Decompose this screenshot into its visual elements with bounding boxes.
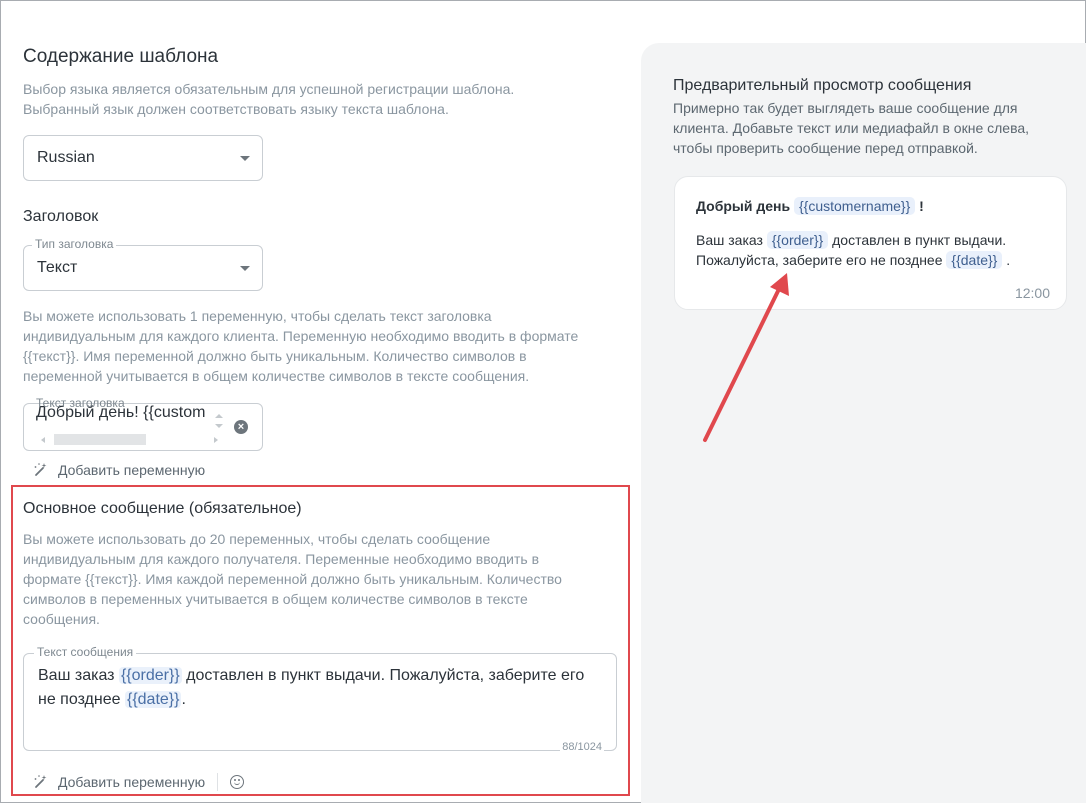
- template-content-title: Содержание шаблона: [23, 46, 219, 67]
- preview-variable-chip: {{customername}}: [793, 197, 916, 215]
- header-section-title: Заголовок: [23, 208, 99, 225]
- preview-variable-chip: {{order}}: [766, 231, 829, 249]
- header-add-variable-button[interactable]: Добавить переменную: [33, 462, 205, 478]
- scroll-up-icon[interactable]: [215, 414, 223, 418]
- toolbar-divider: [217, 773, 218, 791]
- scroll-left-icon[interactable]: [41, 437, 45, 443]
- body-hint-line: Вы можете использовать до 20 переменных,…: [23, 531, 491, 547]
- clear-icon[interactable]: ×: [234, 420, 248, 434]
- language-hint-line: Выбор языка является обязательным для ус…: [23, 81, 515, 97]
- magic-wand-icon: [34, 775, 47, 788]
- header-type-label: Тип заголовка: [32, 237, 117, 251]
- header-text-input[interactable]: Добрый день! {{custom ×: [23, 403, 263, 451]
- preview-body-text: доставлен в пункт выдачи.: [832, 232, 1007, 248]
- message-text-fragment: доставлен в пункт выдачи. Пожалуйста, за…: [181, 667, 585, 684]
- preview-hint-line: Примерно так будет выглядеть ваше сообще…: [673, 100, 1018, 116]
- header-hint-line: Вы можете использовать 1 переменную, что…: [23, 308, 492, 324]
- preview-body-text: Ваш заказ: [696, 232, 763, 248]
- preview-hint-line: клиента. Добавьте текст или медиафайл в …: [673, 120, 1030, 136]
- caret-down-icon: [240, 266, 250, 271]
- character-counter: 88/1024: [560, 741, 604, 753]
- language-hint-line: Выбранный язык должен соответствовать яз…: [23, 101, 449, 117]
- message-text-value: Ваш заказ {{order}} доставлен в пункт вы…: [38, 664, 603, 712]
- horizontal-scrollbar-thumb[interactable]: [54, 434, 146, 445]
- language-select[interactable]: Russian: [23, 135, 263, 181]
- scroll-down-icon[interactable]: [215, 424, 223, 428]
- message-text-label: Текст сообщения: [34, 645, 137, 659]
- preview-time: 12:00: [1014, 285, 1050, 301]
- header-text-label: Текст заголовка: [36, 396, 125, 410]
- preview-header: Добрый день {{customername}} !: [696, 197, 924, 215]
- preview-hint-line: чтобы проверить сообщение перед отправко…: [673, 140, 978, 156]
- preview-body: Ваш заказ {{order}} доставлен в пункт вы…: [696, 230, 1056, 270]
- header-hint-line: индивидуальным для каждого клиента. Пере…: [23, 328, 579, 344]
- preview-variable-chip: {{date}}: [946, 251, 1003, 269]
- header-add-variable-label: Добавить переменную: [58, 462, 206, 478]
- body-hint-line: индивидуальным для каждого получателя. П…: [23, 551, 540, 567]
- annotation-arrow: [703, 273, 789, 442]
- message-variable: {{date}}: [124, 691, 182, 708]
- header-type-select[interactable]: Текст: [23, 245, 263, 291]
- message-text-fragment: Ваш заказ: [38, 667, 119, 684]
- body-add-variable-label: Добавить переменную: [58, 774, 206, 790]
- preview-title: Предварительный просмотр сообщения: [673, 77, 972, 94]
- preview-header-end: !: [919, 198, 924, 214]
- emoji-icon-mouth: [234, 782, 240, 785]
- header-type-value: Текст: [37, 259, 78, 276]
- message-text-fragment: не позднее: [38, 691, 125, 708]
- preview-body-end: .: [1006, 252, 1011, 268]
- body-section-title: Основное сообщение (обязательное): [23, 500, 302, 517]
- caret-down-icon: [240, 156, 250, 161]
- scroll-right-icon[interactable]: [214, 437, 218, 443]
- body-hint-line: сообщения.: [23, 611, 100, 627]
- header-hint: Вы можете использовать 1 переменную, что…: [23, 306, 578, 386]
- preview-header-text: Добрый день: [696, 198, 791, 214]
- message-variable: {{order}}: [118, 667, 182, 684]
- emoji-icon[interactable]: [230, 775, 244, 789]
- header-hint-line: переменной учитывается в общем количеств…: [23, 368, 530, 384]
- magic-wand-icon: [34, 463, 47, 476]
- preview-hint: Примерно так будет выглядеть ваше сообще…: [673, 98, 1073, 158]
- message-text-input[interactable]: Ваш заказ {{order}} доставлен в пункт вы…: [23, 653, 617, 753]
- body-hint-line: формате {{текст}}. Имя каждой переменной…: [23, 571, 562, 587]
- body-hint-line: символов в переменных учитывается в обще…: [23, 591, 528, 607]
- header-hint-line: {{текст}}. Имя переменной должно быть ун…: [23, 348, 527, 364]
- body-hint: Вы можете использовать до 20 переменных,…: [23, 529, 562, 629]
- language-hint: Выбор языка является обязательным для ус…: [23, 79, 514, 119]
- message-text-fragment: .: [181, 691, 186, 708]
- language-select-value: Russian: [37, 149, 95, 166]
- body-add-variable-button[interactable]: Добавить переменную: [33, 774, 205, 790]
